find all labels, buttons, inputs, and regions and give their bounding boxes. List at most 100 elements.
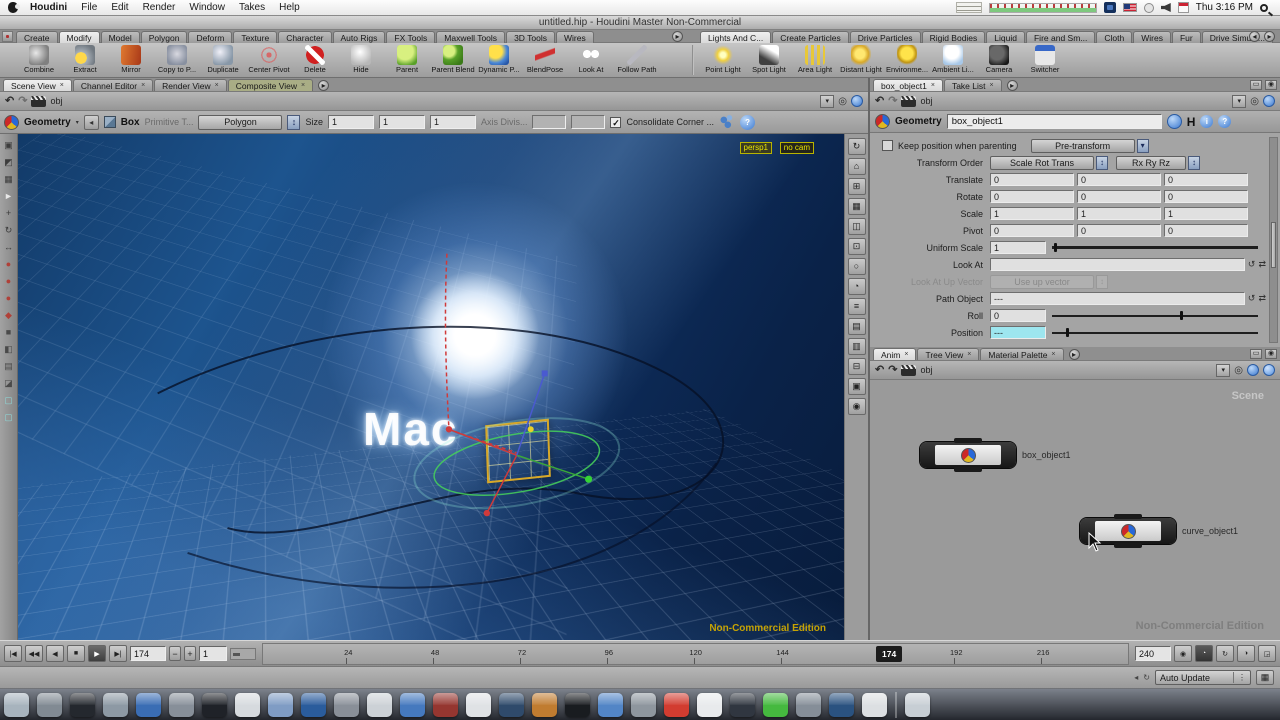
pin-icon[interactable]: ◎ bbox=[838, 96, 847, 107]
shelf-tool[interactable]: Dynamic P... bbox=[476, 44, 522, 74]
menu-item[interactable]: Edit bbox=[111, 2, 128, 13]
help-icon[interactable]: ? bbox=[1218, 115, 1231, 128]
dock-icon[interactable] bbox=[334, 693, 359, 717]
go-to-start-button[interactable]: |◀ bbox=[4, 645, 22, 662]
path-menu-button[interactable]: ▾ bbox=[1232, 95, 1246, 108]
tool-icon[interactable]: ◆ bbox=[2, 309, 16, 322]
close-icon[interactable]: × bbox=[215, 82, 219, 89]
window-title-bar[interactable]: untitled.hip - Houdini Master Non-Commer… bbox=[0, 16, 1280, 30]
view-tool-icon[interactable]: ▥ bbox=[848, 338, 866, 355]
prev-keyframe-button[interactable]: ◀◀ bbox=[25, 645, 43, 662]
calendar-icon[interactable] bbox=[1178, 2, 1189, 13]
op-back-button[interactable]: ◂ bbox=[84, 115, 99, 130]
shelf-tab[interactable]: Model bbox=[101, 31, 140, 43]
view-tool-icon[interactable]: ◔ bbox=[848, 278, 866, 295]
houdini-badge-icon[interactable]: H bbox=[1187, 115, 1196, 129]
tool-icon[interactable]: ▣ bbox=[2, 139, 16, 152]
step-back-button[interactable]: ◀ bbox=[46, 645, 64, 662]
viewport-3d[interactable]: Mac bbox=[18, 134, 844, 640]
dock-icon[interactable] bbox=[697, 693, 722, 717]
menu-item[interactable]: Render bbox=[143, 2, 176, 13]
pane-tab[interactable]: box_object1× bbox=[873, 79, 943, 91]
dock-icon[interactable] bbox=[664, 693, 689, 717]
pane-tab[interactable]: Render View× bbox=[154, 79, 227, 91]
pane-tab[interactable]: Channel Editor× bbox=[73, 79, 153, 91]
no-cam-chip[interactable]: no cam bbox=[780, 142, 814, 154]
rotate-y-field[interactable]: 0 bbox=[1077, 190, 1161, 203]
shelf-tool[interactable]: Parent Blend bbox=[430, 44, 476, 74]
dock-icon[interactable] bbox=[268, 693, 293, 717]
network-editor[interactable]: Scene box_object1 curve_object1 Non-Comm… bbox=[870, 380, 1280, 640]
close-icon[interactable]: × bbox=[60, 82, 64, 89]
shelf-tool[interactable]: Hide bbox=[338, 44, 384, 74]
shelf-tab[interactable]: 3D Tools bbox=[506, 31, 555, 43]
frame-ruler[interactable]: 24487296120144192216 174 bbox=[262, 643, 1129, 665]
pane-tab[interactable]: Scene View× bbox=[3, 79, 72, 91]
uniform-scale-field[interactable]: 1 bbox=[990, 241, 1046, 254]
view-tool-icon[interactable]: ≡ bbox=[848, 298, 866, 315]
context-label[interactable]: Geometry bbox=[24, 117, 71, 128]
frame-increment-button[interactable]: + bbox=[184, 646, 196, 661]
node-swap-icon[interactable]: ⇄ bbox=[1258, 259, 1266, 270]
shelf-tab[interactable]: FX Tools bbox=[386, 31, 435, 43]
shelf-add-button[interactable]: ▸ bbox=[672, 31, 683, 42]
path-menu-button[interactable]: ▾ bbox=[1216, 364, 1230, 377]
menu-item[interactable]: Houdini bbox=[30, 2, 67, 13]
spotlight-icon[interactable] bbox=[1260, 4, 1268, 12]
shelf-tab[interactable]: Maxwell Tools bbox=[436, 31, 505, 43]
shelf-scroll-right-button[interactable]: ▸ bbox=[1264, 31, 1275, 42]
gear-icon[interactable] bbox=[1167, 114, 1182, 129]
network-path[interactable]: obj bbox=[920, 365, 932, 375]
tool-icon[interactable]: ● bbox=[2, 275, 16, 288]
dock-icon[interactable] bbox=[532, 693, 557, 717]
dock-icon[interactable] bbox=[829, 693, 854, 717]
uniform-scale-slider[interactable] bbox=[1052, 241, 1258, 254]
roll-slider[interactable] bbox=[1052, 309, 1258, 322]
tool-icon[interactable]: ▢ bbox=[2, 394, 16, 407]
dock-icon[interactable] bbox=[169, 693, 194, 717]
shelf-tab[interactable]: Create bbox=[16, 31, 58, 43]
pane-tab[interactable]: Tree View× bbox=[917, 348, 979, 360]
view-tool-icon[interactable]: ↻ bbox=[848, 138, 866, 155]
primitive-stepper[interactable]: ↕ bbox=[287, 115, 300, 130]
shelf-tool[interactable]: Delete bbox=[292, 44, 338, 74]
rotate-z-field[interactable]: 0 bbox=[1164, 190, 1248, 203]
shelf-tool[interactable]: Parent bbox=[384, 44, 430, 74]
shelf-tab[interactable]: Cloth bbox=[1096, 31, 1132, 43]
pretransform-select[interactable]: Pre-transform bbox=[1031, 139, 1135, 153]
pin-icon[interactable]: ◎ bbox=[1234, 365, 1243, 376]
memory-usage-icon[interactable]: ▦ bbox=[1256, 670, 1274, 685]
size-z-field[interactable]: 1 bbox=[430, 115, 476, 129]
transform-order-select[interactable]: Scale Rot Trans bbox=[990, 156, 1094, 170]
battery-icon[interactable] bbox=[1144, 3, 1154, 13]
shelf-tab[interactable]: Texture bbox=[233, 31, 277, 43]
pane-add-tab-button[interactable]: ▸ bbox=[1069, 349, 1080, 360]
shelf-tab[interactable]: Polygon bbox=[141, 31, 188, 43]
shelf-tab[interactable]: Drive Particles bbox=[850, 31, 921, 43]
help-icon[interactable]: ? bbox=[740, 115, 755, 130]
pivot-x-field[interactable]: 0 bbox=[990, 224, 1074, 237]
shelf-tool[interactable]: Ambient Li... bbox=[930, 44, 976, 74]
pane-add-tab-button[interactable]: ▸ bbox=[1007, 80, 1018, 91]
playback-options-button[interactable]: ◉ bbox=[1174, 645, 1192, 662]
tool-icon[interactable]: ◧ bbox=[2, 343, 16, 356]
roll-field[interactable]: 0 bbox=[990, 309, 1046, 322]
tool-icon[interactable]: ▤ bbox=[2, 360, 16, 373]
dock-icon[interactable] bbox=[433, 693, 458, 717]
view-tool-icon[interactable]: ○ bbox=[848, 258, 866, 275]
stop-button[interactable]: ■ bbox=[67, 645, 85, 662]
size-y-field[interactable]: 1 bbox=[379, 115, 425, 129]
network-path[interactable]: obj bbox=[50, 96, 62, 106]
position-field[interactable]: --- bbox=[990, 326, 1046, 339]
rotate-order-stepper[interactable]: ↕ bbox=[1188, 156, 1200, 170]
scale-x-field[interactable]: 1 bbox=[990, 207, 1074, 220]
view-tool-icon[interactable]: ⊟ bbox=[848, 358, 866, 375]
collapse-icon[interactable]: ◂ bbox=[1134, 673, 1138, 682]
translate-y-field[interactable]: 0 bbox=[1077, 173, 1161, 186]
link-icon[interactable] bbox=[1247, 364, 1259, 376]
primitive-type-select[interactable]: Polygon bbox=[198, 115, 282, 130]
node-swap-icon[interactable]: ⇄ bbox=[1258, 293, 1266, 304]
path-menu-button[interactable]: ▾ bbox=[820, 95, 834, 108]
tool-icon[interactable]: ◪ bbox=[2, 377, 16, 390]
tool-icon[interactable]: ► bbox=[2, 190, 16, 203]
